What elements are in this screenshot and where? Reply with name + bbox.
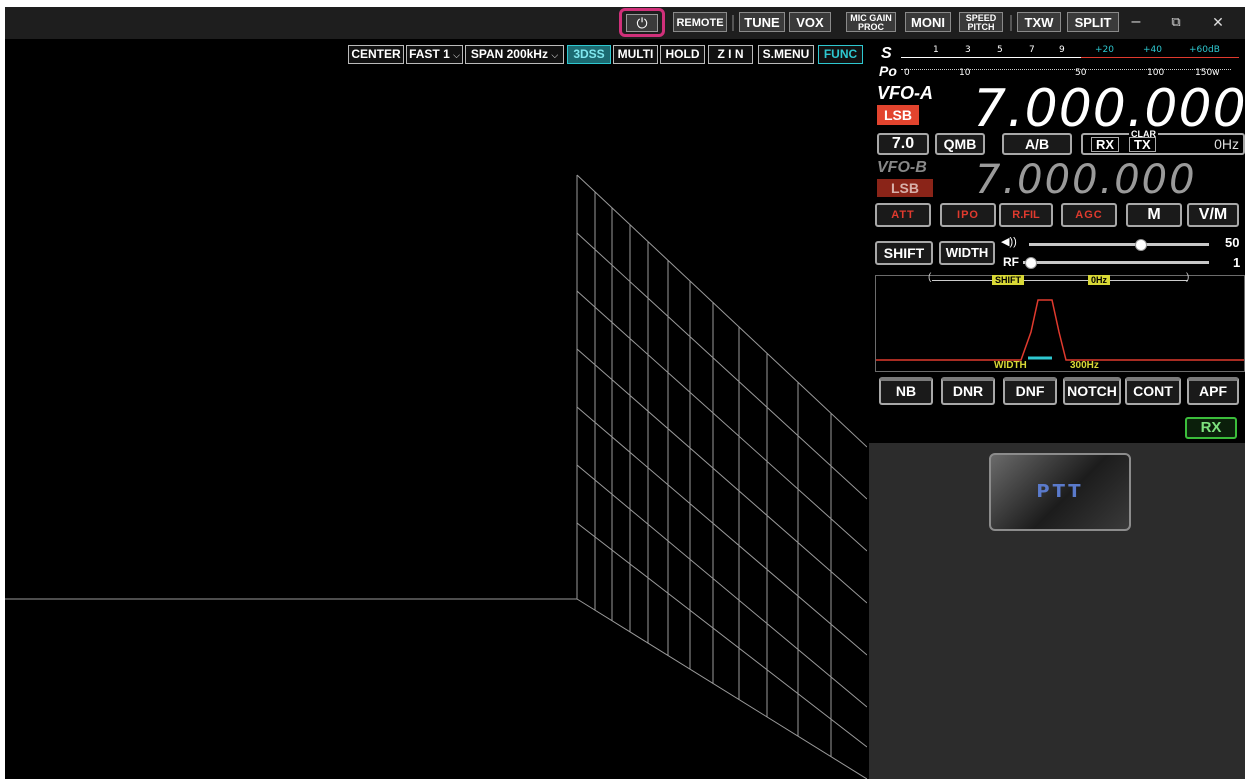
af-gain-slider-knob[interactable] <box>1134 239 1147 251</box>
s-scale-9: 9 <box>1059 45 1065 55</box>
speaker-icon: ◀)) <box>1001 236 1017 248</box>
filter-passband-graph <box>876 299 1244 361</box>
width-button[interactable]: WIDTH <box>939 241 995 265</box>
multi-button[interactable]: MULTI <box>613 45 658 64</box>
mic-gain-proc-button[interactable]: MIC GAIN PROC <box>846 12 896 32</box>
ab-button[interactable]: A/B <box>1002 133 1072 155</box>
memory-button[interactable]: M <box>1126 203 1182 227</box>
s-scale-plus40: +40 <box>1143 45 1162 55</box>
restore-icon[interactable]: ⧉ <box>1163 12 1189 32</box>
rf-gain-slider-knob[interactable] <box>1024 257 1037 269</box>
s-meter-over-line <box>1081 57 1239 58</box>
minimize-icon[interactable]: – <box>1123 12 1149 32</box>
qmb-button[interactable]: QMB <box>935 133 985 155</box>
separator <box>732 15 734 31</box>
power-icon: ⏻ <box>636 15 648 31</box>
cont-button[interactable]: CONT <box>1125 377 1181 405</box>
moni-button[interactable]: MONI <box>905 12 951 32</box>
po-scale-50: 50 <box>1075 68 1087 78</box>
proc-label: PROC <box>857 22 884 32</box>
split-button[interactable]: SPLIT <box>1067 12 1119 32</box>
span-button[interactable]: SPAN 200kHz ⌵ <box>465 45 564 64</box>
tune-button[interactable]: TUNE <box>739 12 785 32</box>
vfo-a-mode-badge[interactable]: LSB <box>877 105 919 125</box>
po-scale-150w: 150w <box>1195 68 1220 78</box>
dnr-button[interactable]: DNR <box>941 377 995 405</box>
s-meter-line <box>901 57 1081 58</box>
ipo-button[interactable]: IPO <box>940 203 996 227</box>
rx-status-button[interactable]: RX <box>1185 417 1237 439</box>
vfo-a-frequency[interactable]: 7.000.000 <box>973 79 1245 139</box>
af-gain-slider-track[interactable] <box>1029 243 1209 246</box>
clar-rx-button[interactable]: RX <box>1091 137 1120 152</box>
filter-width-value: 300Hz <box>1070 360 1099 371</box>
s-scale-5: 5 <box>997 45 1003 55</box>
apf-button[interactable]: APF <box>1187 377 1239 405</box>
s-meter-label: S <box>881 45 892 62</box>
band-button[interactable]: 7.0 <box>877 133 929 155</box>
speed-pitch-button[interactable]: SPEED PITCH <box>959 12 1003 32</box>
vfo-b-label: VFO-B <box>877 159 927 176</box>
rf-gain-label: RF <box>1003 255 1019 269</box>
center-button[interactable]: CENTER <box>348 45 404 64</box>
ptt-button[interactable]: PTT <box>989 453 1131 531</box>
close-icon[interactable]: ✕ <box>1205 12 1231 32</box>
fast-label: FAST 1 <box>409 47 450 61</box>
clar-tx-button[interactable]: TX <box>1129 137 1156 152</box>
smenu-button[interactable]: S.MENU <box>758 45 814 64</box>
agc-button[interactable]: AGC <box>1061 203 1117 227</box>
nb-button[interactable]: NB <box>879 377 933 405</box>
s-scale-3: 3 <box>965 45 971 55</box>
s-scale-7: 7 <box>1029 45 1035 55</box>
title-bar: ⏻ REMOTE TUNE VOX MIC GAIN PROC MONI SPE… <box>5 7 1245 39</box>
s-meter: S 1 3 5 7 9 +20 +40 +60dB <box>873 45 1241 63</box>
3dss-button[interactable]: 3DSS <box>567 45 611 64</box>
po-meter-label: Po <box>879 63 897 79</box>
separator <box>1010 15 1012 31</box>
clar-group[interactable]: CLAR RX TX 0Hz <box>1081 129 1245 155</box>
app-window: ⏻ REMOTE TUNE VOX MIC GAIN PROC MONI SPE… <box>5 7 1245 779</box>
notch-button[interactable]: NOTCH <box>1063 377 1121 405</box>
radio-control-panel: S 1 3 5 7 9 +20 +40 +60dB Po 0 10 50 100… <box>869 43 1245 779</box>
ptt-label: PTT <box>1036 481 1084 502</box>
vfo-b-mode-badge[interactable]: LSB <box>877 179 933 197</box>
s-scale-plus20: +20 <box>1095 45 1114 55</box>
chevron-down-icon: ⌵ <box>551 50 559 60</box>
3dss-grid <box>5 174 867 779</box>
vox-button[interactable]: VOX <box>789 12 831 32</box>
remote-button[interactable]: REMOTE <box>673 12 727 32</box>
span-label: SPAN 200kHz <box>470 47 548 61</box>
dnf-button[interactable]: DNF <box>1003 377 1057 405</box>
chevron-down-icon: ⌵ <box>453 50 460 60</box>
fast-button[interactable]: FAST 1 ⌵ <box>406 45 463 64</box>
3dss-scope-display[interactable] <box>5 67 867 779</box>
att-button[interactable]: ATT <box>875 203 931 227</box>
power-button-highlight[interactable]: ⏻ <box>619 8 665 37</box>
vfo-a-label: VFO-A <box>877 83 933 103</box>
af-gain-value: 50 <box>1225 235 1240 250</box>
po-meter-line <box>901 69 1231 71</box>
rfil-button[interactable]: R.FIL <box>999 203 1053 227</box>
rf-gain-value: 1 <box>1233 255 1241 270</box>
panel-display-area: S 1 3 5 7 9 +20 +40 +60dB Po 0 10 50 100… <box>869 43 1245 443</box>
clar-offset-value: 0Hz <box>1214 136 1239 152</box>
hold-button[interactable]: HOLD <box>660 45 705 64</box>
scope-toolbar: CENTER FAST 1 ⌵ SPAN 200kHz ⌵ 3DSS MULTI… <box>5 39 867 67</box>
func-button[interactable]: FUNC <box>818 45 863 64</box>
if-filter-display[interactable]: ( ) SHIFT 0Hz WIDTH 300Hz <box>875 272 1245 372</box>
power-button[interactable]: ⏻ <box>626 14 658 32</box>
po-scale-10: 10 <box>959 68 971 78</box>
filter-width-label: WIDTH <box>994 360 1027 371</box>
vm-button[interactable]: V/M <box>1187 203 1239 227</box>
pitch-label: PITCH <box>967 22 995 32</box>
vfo-b-frequency[interactable]: 7.000.000 <box>975 157 1197 203</box>
s-scale-plus60: +60dB <box>1189 45 1220 55</box>
shift-button[interactable]: SHIFT <box>875 241 933 265</box>
rf-gain-slider-track[interactable] <box>1023 261 1209 264</box>
zin-button[interactable]: Z I N <box>708 45 753 64</box>
po-scale-100: 100 <box>1147 68 1165 78</box>
txw-button[interactable]: TXW <box>1017 12 1061 32</box>
s-scale-1: 1 <box>933 45 939 55</box>
po-scale-0: 0 <box>904 68 910 78</box>
